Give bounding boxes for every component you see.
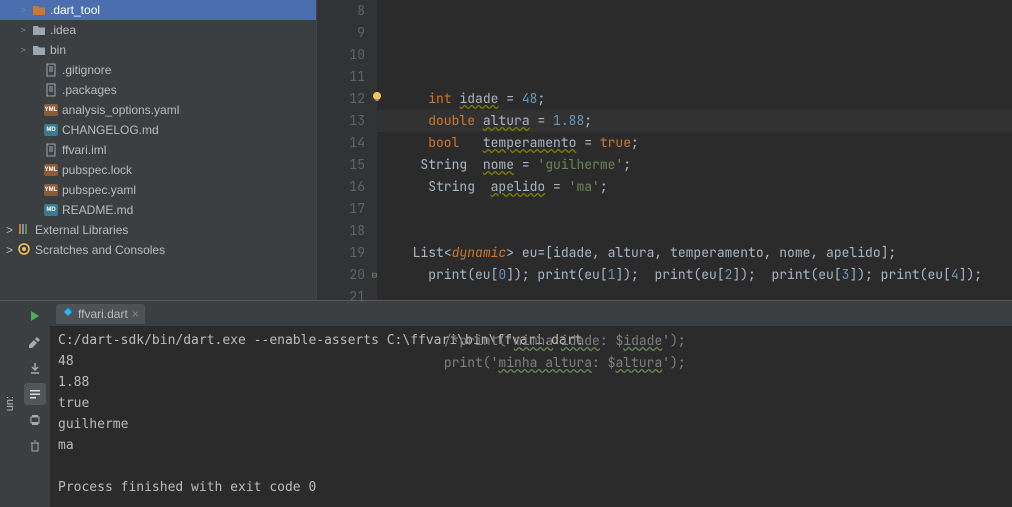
yaml-file-icon: YML: [44, 184, 58, 196]
tree-item-label: pubspec.yaml: [62, 183, 136, 197]
tool-button[interactable]: [24, 331, 46, 353]
expand-arrow-icon[interactable]: >: [18, 45, 28, 55]
tree-item[interactable]: > bin: [0, 40, 316, 60]
tree-item-label: README.md: [62, 203, 133, 217]
line-number[interactable]: 16: [317, 176, 365, 198]
line-number[interactable]: 20: [317, 264, 365, 286]
code-line[interactable]: double altura = 1.88;: [397, 110, 1012, 132]
code-line[interactable]: [397, 286, 1012, 308]
line-number[interactable]: 21: [317, 286, 365, 308]
code-editor[interactable]: ⊟ 89101112131415161718192021 int idade =…: [316, 0, 1012, 300]
trash-button[interactable]: [24, 435, 46, 457]
line-number[interactable]: 15: [317, 154, 365, 176]
scratches-and-consoles[interactable]: >Scratches and Consoles: [0, 240, 316, 260]
file-icon: [44, 83, 58, 97]
code-line[interactable]: String apelido = 'ma';: [397, 176, 1012, 198]
scratch-icon: [17, 242, 31, 259]
dart-icon: [62, 306, 74, 321]
editor-content[interactable]: int idade = 48; double altura = 1.88; bo…: [377, 0, 1012, 300]
tree-item[interactable]: > .dart_tool: [0, 0, 316, 20]
file-icon: [44, 63, 58, 77]
yaml-file-icon: YML: [44, 104, 58, 116]
expand-arrow-icon[interactable]: >: [18, 5, 28, 15]
editor-gutter[interactable]: ⊟ 89101112131415161718192021: [317, 0, 377, 300]
tree-item-label: ffvari.iml: [62, 143, 106, 157]
run-tab-ffvari[interactable]: ffvari.dart ×: [56, 304, 145, 324]
code-line[interactable]: bool temperamento = true;: [397, 132, 1012, 154]
code-line[interactable]: print(eu[0]); print(eu[1]); print(eu[2])…: [397, 264, 1012, 286]
tree-item[interactable]: > .idea: [0, 20, 316, 40]
tree-item-label: pubspec.lock: [62, 163, 132, 177]
code-line[interactable]: print('minha altura: $altura');: [397, 352, 1012, 374]
toggle-soft-wrap-button[interactable]: [24, 383, 46, 405]
library-icon: [17, 222, 31, 239]
tree-item-label: CHANGELOG.md: [62, 123, 159, 137]
tree-item[interactable]: >YMLpubspec.lock: [0, 160, 316, 180]
expand-arrow-icon[interactable]: >: [18, 25, 28, 35]
line-number[interactable]: 14: [317, 132, 365, 154]
close-icon[interactable]: ×: [132, 307, 139, 321]
code-line[interactable]: List<dynamic> eu=[idade, altura, tempera…: [397, 242, 1012, 264]
folder-icon: [32, 43, 46, 57]
line-number[interactable]: 12: [317, 88, 365, 110]
tree-item[interactable]: >MDREADME.md: [0, 200, 316, 220]
print-button[interactable]: [24, 409, 46, 431]
tree-item-label: .dart_tool: [50, 3, 100, 17]
code-line[interactable]: [397, 66, 1012, 88]
run-label: un:: [0, 301, 20, 507]
run-tab-label: ffvari.dart: [78, 307, 128, 321]
tree-item[interactable]: >ffvari.iml: [0, 140, 316, 160]
external-libraries[interactable]: >External Libraries: [0, 220, 316, 240]
line-number[interactable]: 9: [317, 22, 365, 44]
code-line[interactable]: [397, 198, 1012, 220]
line-number[interactable]: 18: [317, 220, 365, 242]
tree-item-label: .idea: [50, 23, 76, 37]
folder-open-icon: [32, 3, 46, 17]
line-number[interactable]: 8: [317, 0, 365, 22]
code-line[interactable]: int idade = 48;: [397, 88, 1012, 110]
tree-item[interactable]: >MDCHANGELOG.md: [0, 120, 316, 140]
file-icon: [44, 143, 58, 157]
down-button[interactable]: [24, 357, 46, 379]
tree-item[interactable]: >YMLpubspec.yaml: [0, 180, 316, 200]
tree-item-label: analysis_options.yaml: [62, 103, 179, 117]
run-toolbar: [20, 301, 50, 507]
tree-item-label: .gitignore: [62, 63, 111, 77]
code-line[interactable]: [397, 308, 1012, 330]
code-line[interactable]: String nome = 'guilherme';: [397, 154, 1012, 176]
tree-item-label: .packages: [62, 83, 117, 97]
line-number[interactable]: 11: [317, 66, 365, 88]
rerun-button[interactable]: [24, 305, 46, 327]
line-number[interactable]: 19: [317, 242, 365, 264]
scratches-label: Scratches and Consoles: [35, 243, 165, 257]
line-number[interactable]: 10: [317, 44, 365, 66]
external-libraries-label: External Libraries: [35, 223, 128, 237]
markdown-file-icon: MD: [44, 204, 58, 216]
tree-item[interactable]: >YMLanalysis_options.yaml: [0, 100, 316, 120]
code-line[interactable]: [397, 220, 1012, 242]
folder-icon: [32, 23, 46, 37]
tree-item[interactable]: >.packages: [0, 80, 316, 100]
tree-item[interactable]: >.gitignore: [0, 60, 316, 80]
line-number[interactable]: 17: [317, 198, 365, 220]
code-line[interactable]: /*print('mimha idade: $idade');: [397, 330, 1012, 352]
tree-item-label: bin: [50, 43, 66, 57]
markdown-file-icon: MD: [44, 124, 58, 136]
project-tree[interactable]: > .dart_tool > .idea > bin >.gitignore>.packag…: [0, 0, 316, 300]
line-number[interactable]: 13: [317, 110, 365, 132]
yaml-file-icon: YML: [44, 164, 58, 176]
